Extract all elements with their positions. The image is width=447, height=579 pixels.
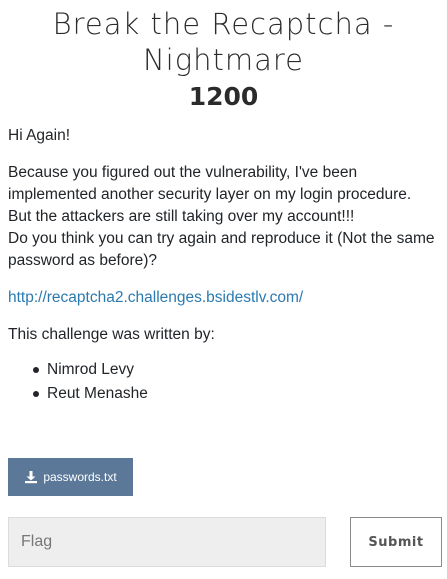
challenge-title: Break the Recaptcha - Nightmare [52,7,395,77]
description-line: implemented another security layer on my… [8,186,412,203]
file-name-label: passwords.txt [43,470,117,484]
authors-list: Nimrod Levy Reut Menashe [8,358,439,406]
download-file-button[interactable]: passwords.txt [8,458,133,496]
flag-input[interactable] [8,517,326,567]
download-icon [24,470,38,484]
challenge-link[interactable]: http://recaptcha2.challenges.bsidestlv.c… [8,289,303,306]
description-line: password as before)? [8,252,158,269]
description-line: Do you think you can try again and repro… [8,230,435,247]
link-paragraph: http://recaptcha2.challenges.bsidestlv.c… [8,287,439,309]
submit-button[interactable]: Submit [350,517,442,567]
list-item: Nimrod Levy [33,358,439,382]
description-line: Because you figured out the vulnerabilit… [8,164,358,181]
description-paragraph: Because you figured out the vulnerabilit… [8,162,439,272]
list-item: Reut Menashe [33,382,439,406]
description-line: But the attackers are still taking over … [8,208,355,225]
written-by-text: This challenge was written by: [8,326,215,343]
challenge-description: Hi Again! Because you figured out the vu… [0,125,447,406]
challenge-points: 1200 [188,82,259,111]
greeting-text: Hi Again! [8,127,71,144]
